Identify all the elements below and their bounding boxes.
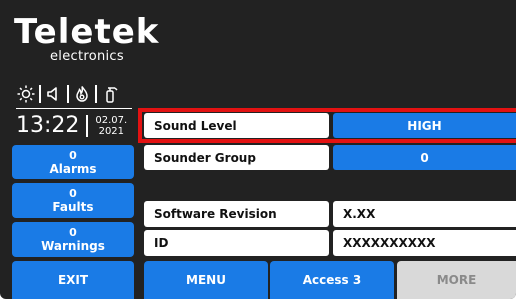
access-level-button[interactable]: Access 3 [270, 261, 394, 299]
panel-frame: Teletek electronics 13:22 02.07. 2021 0 … [0, 0, 516, 299]
clock-separator [86, 115, 89, 137]
brand-logo: Teletek electronics [14, 12, 160, 64]
icon-separator [39, 85, 41, 103]
exit-button[interactable]: EXIT [12, 261, 134, 299]
icon-separator [67, 85, 69, 103]
clock-date-day: 02.07. [95, 115, 128, 126]
extinguisher-icon [100, 84, 120, 104]
faults-button[interactable]: 0 Faults [12, 183, 134, 218]
setting-value-id: XXXXXXXXXX [333, 230, 516, 256]
clock-date: 02.07. 2021 [95, 115, 127, 137]
alarms-button[interactable]: 0 Alarms [12, 145, 134, 179]
fire-icon [72, 84, 92, 104]
setting-label-id: ID [144, 230, 329, 256]
icon-separator [95, 85, 97, 103]
alarms-count: 0 [69, 148, 77, 162]
logo-text: Teletek [14, 12, 160, 52]
sun-icon [16, 84, 36, 104]
setting-label-sounder-group[interactable]: Sounder Group [144, 145, 329, 170]
display-screen: Teletek electronics 13:22 02.07. 2021 0 … [0, 0, 516, 299]
clock: 13:22 02.07. 2021 [16, 112, 127, 140]
warnings-label: Warnings [41, 239, 105, 253]
warnings-count: 0 [69, 226, 77, 239]
clock-time: 13:22 [16, 113, 80, 138]
more-button[interactable]: MORE [397, 261, 516, 299]
alarms-label: Alarms [49, 161, 97, 176]
setting-value-sounder-group[interactable]: 0 [333, 145, 516, 170]
faults-label: Faults [52, 200, 94, 214]
clock-date-year: 2021 [98, 126, 125, 137]
warnings-button[interactable]: 0 Warnings [12, 222, 134, 257]
faults-count: 0 [69, 187, 77, 200]
selection-highlight [138, 108, 516, 143]
menu-button[interactable]: MENU [144, 261, 268, 299]
divider [16, 108, 132, 109]
speaker-icon [44, 84, 64, 104]
setting-label-software-revision: Software Revision [144, 201, 329, 227]
setting-value-software-revision: X.XX [333, 201, 516, 227]
status-icons [16, 83, 120, 105]
logo-subtitle: electronics [50, 49, 124, 64]
